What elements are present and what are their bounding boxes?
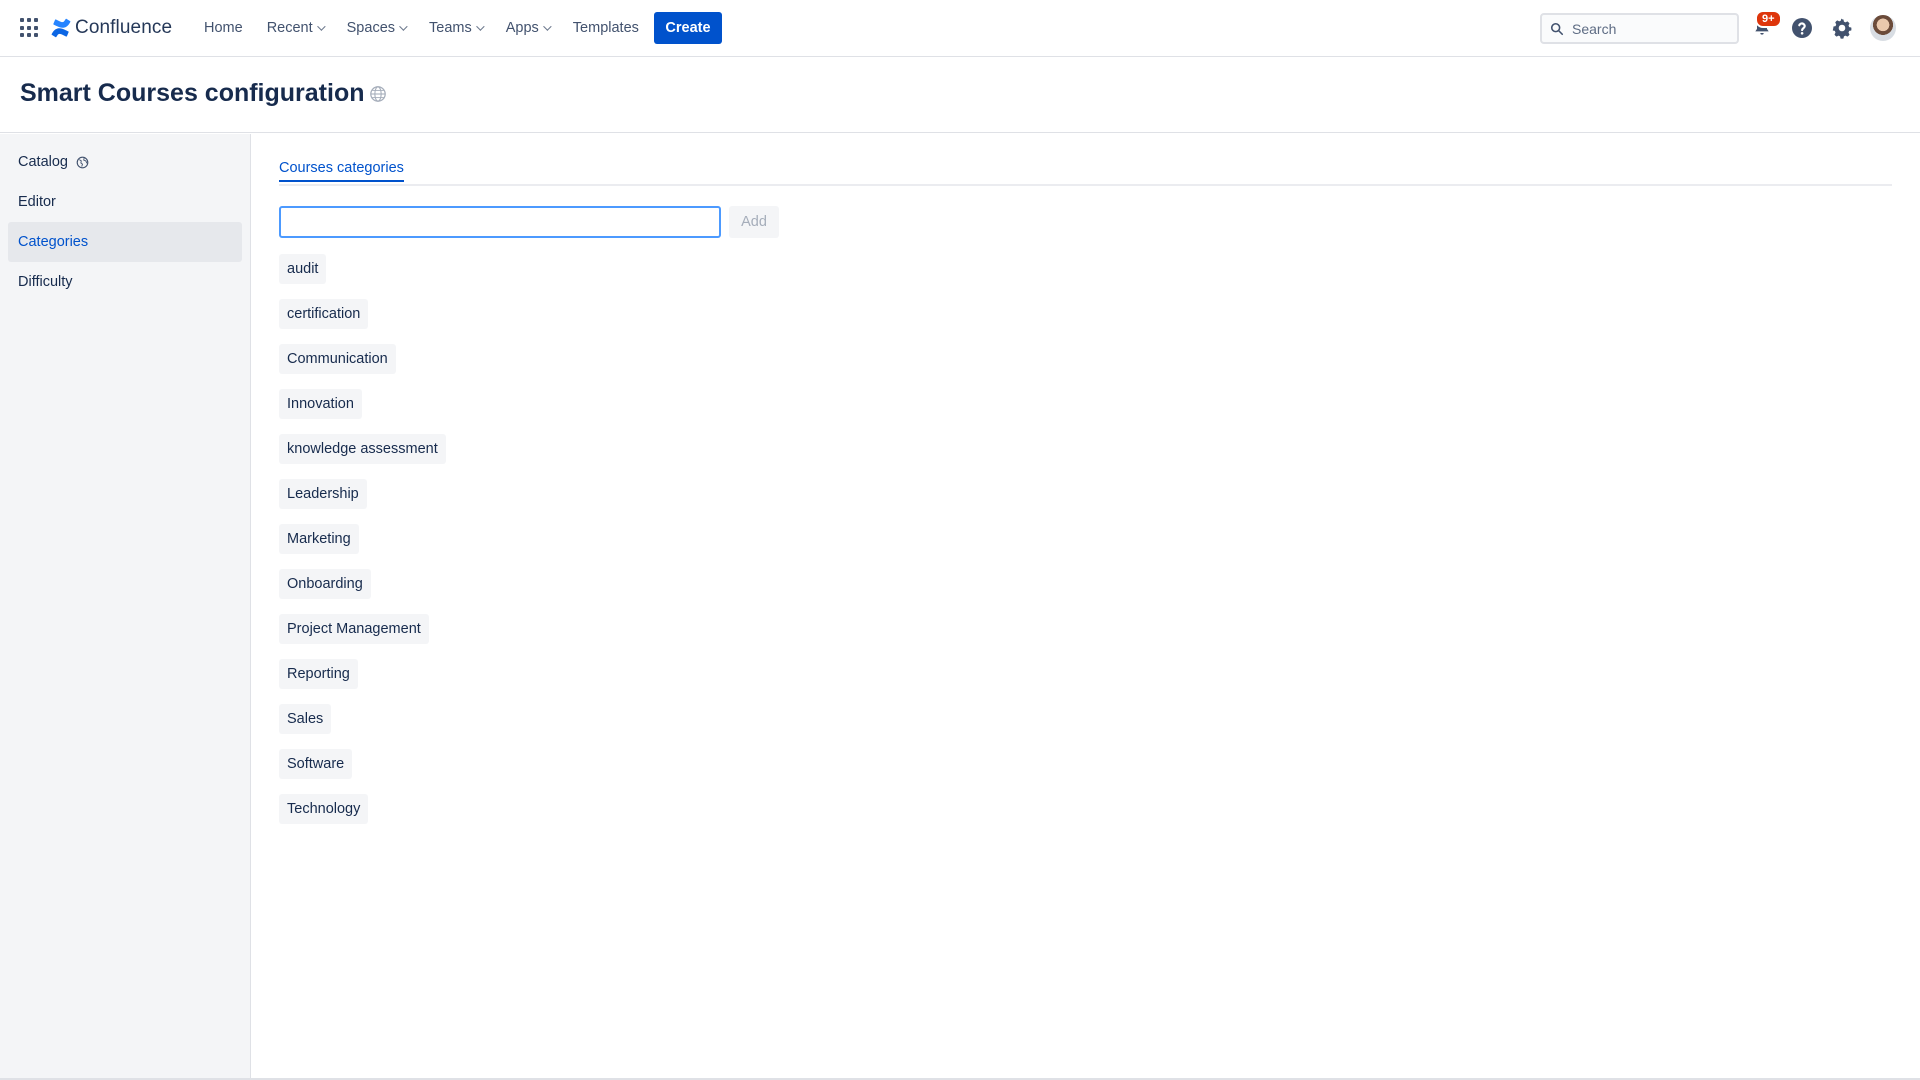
list-item: Reporting: [279, 659, 446, 689]
globe-icon: [76, 156, 89, 168]
confluence-logo-icon: [51, 18, 71, 38]
page-title: Smart Courses configuration: [20, 79, 365, 107]
chevron-down-icon: [399, 22, 408, 31]
nav-home-label: Home: [204, 20, 243, 36]
nav-apps-label: Apps: [505, 20, 539, 36]
chevron-down-icon: [542, 22, 552, 31]
settings-button[interactable]: [1828, 14, 1856, 42]
nav-teams-label: Teams: [429, 20, 472, 36]
list-item: Onboarding: [279, 569, 446, 599]
category-tag[interactable]: Software: [279, 749, 353, 779]
chevron-down-icon: [316, 22, 326, 31]
list-item: Software: [279, 749, 446, 779]
sidebar-item-label: Editor: [18, 194, 56, 210]
sidebar-item-label: Catalog: [18, 154, 68, 170]
category-tag[interactable]: certification: [279, 299, 369, 329]
list-item: certification: [279, 299, 446, 329]
main-content: Courses categories Add audit certificati…: [279, 134, 1892, 824]
category-tag[interactable]: Onboarding: [279, 569, 371, 599]
add-category-row: Add: [279, 206, 779, 238]
sidebar-item-catalog[interactable]: Catalog: [8, 142, 242, 182]
nav-menu: Home Recent Spaces Teams Apps Templates: [192, 0, 651, 56]
sidebar-item-difficulty[interactable]: Difficulty: [8, 262, 242, 302]
category-list: audit certification Communication Innova…: [279, 254, 446, 839]
nav-templates-label: Templates: [572, 20, 639, 36]
nav-recent[interactable]: Recent: [263, 14, 327, 42]
search-input[interactable]: [1572, 20, 1722, 37]
category-tag[interactable]: Sales: [279, 704, 332, 734]
sidebar-item-label: Categories: [18, 234, 89, 250]
category-name-input[interactable]: [279, 206, 721, 238]
nav-spaces[interactable]: Spaces: [343, 14, 409, 42]
category-tag[interactable]: Reporting: [279, 659, 358, 689]
avatar[interactable]: [1870, 15, 1896, 41]
list-item: Technology: [279, 794, 446, 824]
sidebar: Catalog Editor Categories Difficulty: [0, 134, 251, 1080]
list-item: Innovation: [279, 389, 446, 419]
create-button[interactable]: Create: [654, 12, 722, 44]
list-item: Communication: [279, 344, 446, 374]
search-box[interactable]: [1540, 13, 1739, 44]
search-icon: [1550, 22, 1564, 35]
tab-bar: Courses categories: [279, 134, 1892, 186]
nav-recent-label: Recent: [266, 20, 313, 36]
nav-apps[interactable]: Apps: [502, 14, 553, 42]
nav-teams[interactable]: Teams: [425, 14, 486, 42]
list-item: Leadership: [279, 479, 446, 509]
category-tag[interactable]: knowledge assessment: [279, 434, 446, 464]
add-button[interactable]: Add: [729, 206, 779, 238]
app-switcher-icon[interactable]: [20, 18, 40, 38]
nav-home[interactable]: Home: [200, 14, 247, 42]
gear-icon: [1832, 18, 1852, 39]
logo-text: Confluence: [75, 17, 173, 38]
list-item: Project Management: [279, 614, 446, 644]
help-button[interactable]: [1788, 14, 1816, 42]
sidebar-item-categories[interactable]: Categories: [8, 222, 242, 262]
confluence-logo[interactable]: Confluence: [51, 14, 172, 42]
category-tag[interactable]: Project Management: [279, 614, 429, 644]
list-item: Sales: [279, 704, 446, 734]
category-tag[interactable]: Technology: [279, 794, 369, 824]
sidebar-item-label: Difficulty: [18, 274, 73, 290]
category-tag[interactable]: Marketing: [279, 524, 359, 554]
list-item: audit: [279, 254, 446, 284]
chevron-down-icon: [475, 22, 485, 31]
notification-badge: 9+: [1755, 10, 1782, 28]
globe-icon: [370, 86, 386, 102]
help-icon: [1792, 18, 1812, 38]
category-tag[interactable]: Leadership: [279, 479, 367, 509]
list-item: Marketing: [279, 524, 446, 554]
nav-spaces-label: Spaces: [346, 20, 396, 36]
category-tag[interactable]: Communication: [279, 344, 396, 374]
top-navigation: Confluence Home Recent Spaces Teams Apps…: [0, 0, 1920, 57]
tab-courses-categories[interactable]: Courses categories: [279, 160, 404, 182]
nav-templates[interactable]: Templates: [569, 14, 643, 42]
category-tag[interactable]: Innovation: [279, 389, 362, 419]
list-item: knowledge assessment: [279, 434, 446, 464]
sidebar-item-editor[interactable]: Editor: [8, 182, 242, 222]
page-header: Smart Courses configuration: [0, 57, 1920, 133]
category-tag[interactable]: audit: [279, 254, 327, 284]
